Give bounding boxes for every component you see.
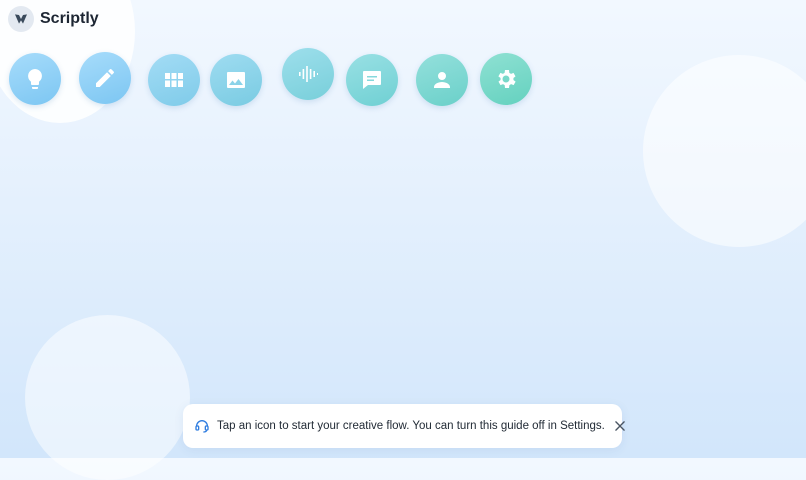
- user-icon: [434, 72, 450, 88]
- onboarding-toast: Tap an icon to start your creative flow.…: [183, 404, 625, 448]
- gear-icon: [498, 70, 516, 88]
- settings-button[interactable]: [480, 53, 532, 105]
- lightbulb-button[interactable]: [9, 53, 61, 105]
- close-icon: [615, 421, 625, 431]
- image-button[interactable]: [210, 54, 262, 106]
- pencil-button[interactable]: [79, 52, 131, 104]
- brand: Scriptly: [8, 6, 99, 32]
- audio-waveform-icon: [299, 66, 318, 82]
- toast-message: Tap an icon to start your creative flow.…: [217, 420, 605, 432]
- chat-bubble-icon: [363, 71, 381, 89]
- support-headset-icon: [194, 418, 210, 434]
- profile-button[interactable]: [416, 54, 468, 106]
- chat-button[interactable]: [346, 54, 398, 106]
- grid-icon: [165, 73, 183, 87]
- scriptly-logo-icon: [8, 6, 34, 32]
- lightbulb-icon: [28, 69, 42, 89]
- close-toast-button[interactable]: [613, 419, 627, 433]
- app-name: Scriptly: [40, 10, 99, 27]
- pencil-icon: [96, 68, 114, 87]
- background-blob: [25, 315, 190, 480]
- image-icon: [227, 72, 245, 88]
- background-blob: [643, 55, 806, 247]
- audio-button[interactable]: [282, 48, 334, 100]
- grid-button[interactable]: [148, 54, 200, 106]
